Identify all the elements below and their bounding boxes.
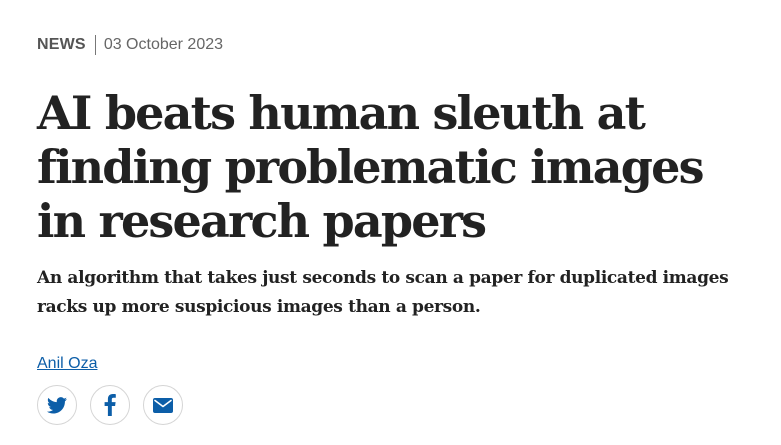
share-email-button[interactable] [143,385,183,425]
article-meta: NEWS 03 October 2023 [37,34,767,56]
article-standfirst: An algorithm that takes just seconds to … [37,268,729,317]
author-link[interactable]: Anil Oza [37,354,97,374]
share-buttons [37,385,767,425]
share-facebook-button[interactable] [90,385,130,425]
publish-date: 03 October 2023 [103,36,224,53]
twitter-icon [47,396,67,414]
email-icon [153,397,173,413]
article-title: AI beats human sleuth at finding problem… [37,86,704,248]
article-category[interactable]: NEWS [37,34,86,56]
meta-divider [94,35,96,55]
article-header: NEWS 03 October 2023 AI beats human sleu… [37,34,767,425]
facebook-icon [104,394,116,416]
share-twitter-button[interactable] [37,385,77,425]
